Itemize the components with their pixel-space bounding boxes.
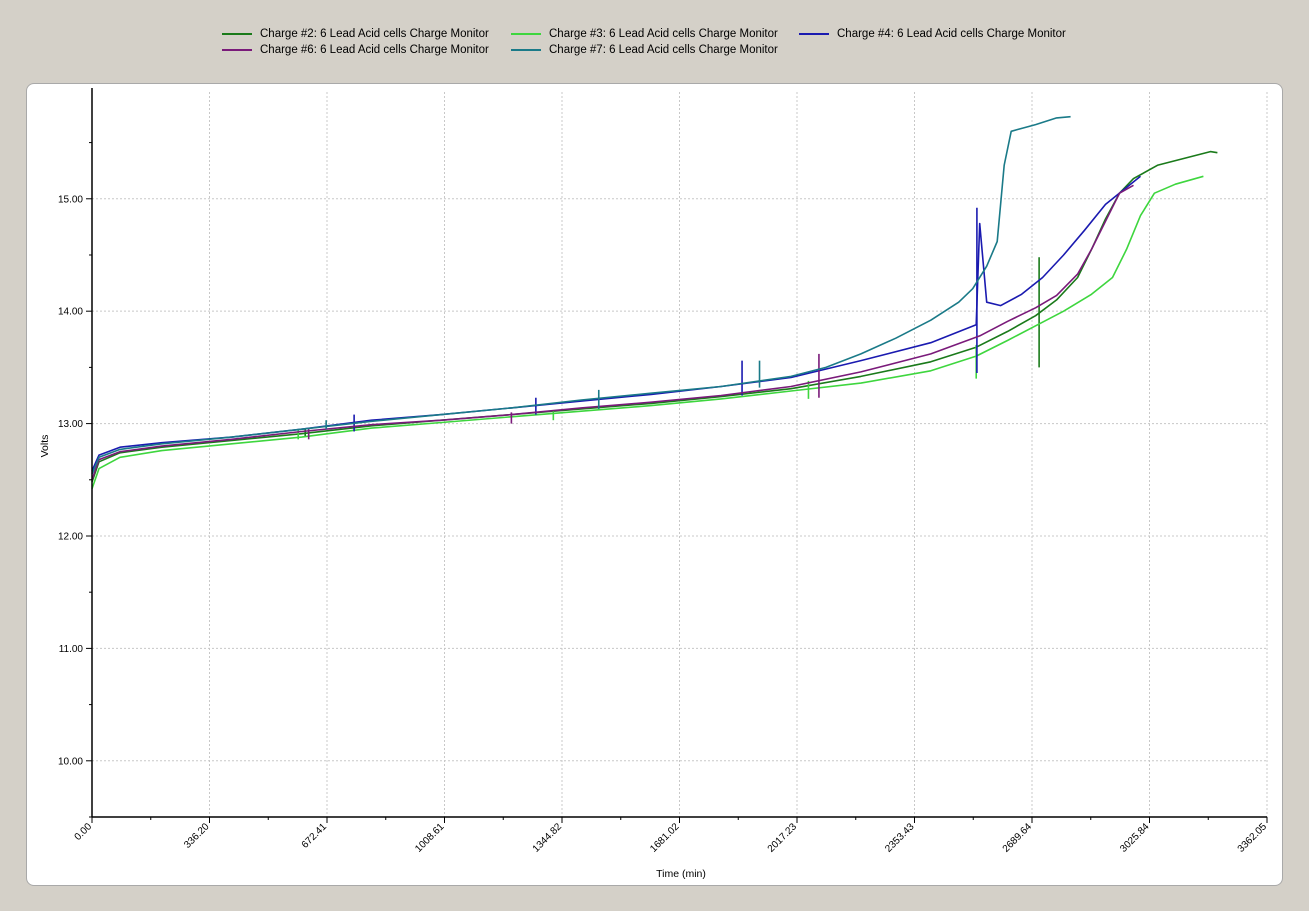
legend-swatch bbox=[222, 33, 252, 35]
y-tick-label: 14.00 bbox=[58, 307, 83, 318]
y-tick-label: 11.00 bbox=[59, 644, 84, 655]
series-1 bbox=[91, 150, 1218, 483]
x-tick-label: 3025.84 bbox=[1118, 821, 1152, 855]
legend-label: Charge #2: 6 Lead Acid cells Charge Moni… bbox=[260, 28, 489, 40]
y-tick-label: 10.00 bbox=[58, 756, 83, 767]
x-tick-label: 2689.64 bbox=[1001, 821, 1035, 855]
chart-panel: 0.00 336.20 672.41 1008.61 1344.82 1681.02 201… bbox=[26, 83, 1283, 886]
y-tick-label: 12.00 bbox=[58, 531, 83, 542]
grid bbox=[92, 92, 1268, 817]
x-axis-label: Time (min) bbox=[656, 868, 706, 880]
line-chart: 0.00 336.20 672.41 1008.61 1344.82 1681.02 201… bbox=[39, 88, 1269, 880]
x-tick-label: 672.41 bbox=[300, 821, 330, 851]
axes: 0.00 336.20 672.41 1008.61 1344.82 1681.02 201… bbox=[58, 88, 1269, 855]
legend-item: Charge #6: 6 Lead Acid cells Charge Moni… bbox=[222, 42, 489, 58]
legend: Charge #2: 6 Lead Acid cells Charge Moni… bbox=[0, 0, 1309, 70]
y-tick-label: 15.00 bbox=[58, 194, 83, 205]
y-tick-label: 13.00 bbox=[58, 419, 83, 430]
x-tick-label: 0.00 bbox=[73, 821, 95, 843]
x-tick-label: 1008.61 bbox=[413, 821, 447, 855]
legend-label: Charge #4: 6 Lead Acid cells Charge Moni… bbox=[837, 28, 1066, 40]
series-line bbox=[91, 175, 1141, 472]
series-lines bbox=[91, 115, 1218, 490]
y-axis-label: Volts bbox=[39, 435, 51, 458]
legend-swatch bbox=[222, 49, 252, 51]
x-tick-label: 2017.23 bbox=[766, 821, 800, 855]
legend-swatch bbox=[511, 49, 541, 51]
series-line bbox=[91, 175, 1204, 490]
legend-item: Charge #7: 6 Lead Acid cells Charge Moni… bbox=[511, 42, 778, 58]
series-line bbox=[91, 115, 1071, 475]
series-3 bbox=[91, 175, 1141, 472]
series-line bbox=[91, 150, 1218, 483]
x-tick-label: 3362.05 bbox=[1236, 821, 1270, 855]
x-tick-label: 1344.82 bbox=[531, 821, 565, 855]
legend-swatch bbox=[511, 33, 541, 35]
legend-label: Charge #6: 6 Lead Acid cells Charge Moni… bbox=[260, 44, 489, 56]
series-5 bbox=[91, 115, 1071, 475]
x-tick-label: 2353.43 bbox=[883, 821, 917, 855]
legend-label: Charge #3: 6 Lead Acid cells Charge Moni… bbox=[549, 28, 778, 40]
legend-item: Charge #3: 6 Lead Acid cells Charge Moni… bbox=[511, 26, 778, 42]
legend-label: Charge #7: 6 Lead Acid cells Charge Moni… bbox=[549, 44, 778, 56]
legend-swatch bbox=[799, 33, 829, 35]
x-tick-label: 1681.02 bbox=[648, 821, 682, 855]
legend-item: Charge #2: 6 Lead Acid cells Charge Moni… bbox=[222, 26, 489, 42]
x-tick-label: 336.20 bbox=[182, 821, 212, 851]
legend-item: Charge #4: 6 Lead Acid cells Charge Moni… bbox=[799, 26, 1066, 42]
series-2 bbox=[91, 175, 1204, 490]
